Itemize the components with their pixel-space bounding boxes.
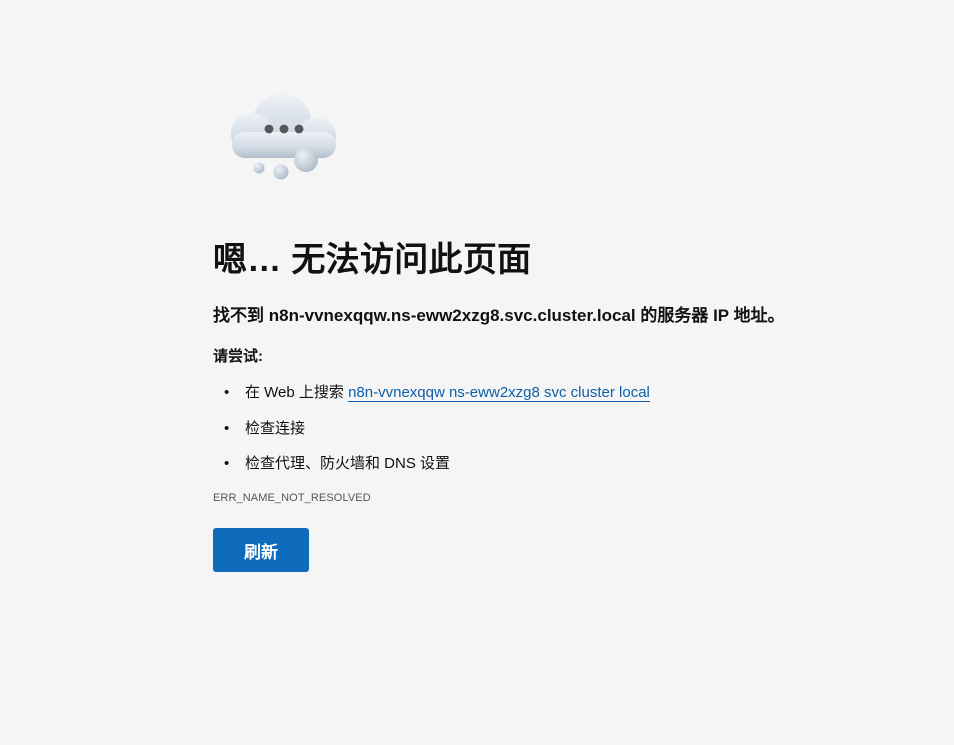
- error-code: ERR_NAME_NOT_RESOLVED: [213, 492, 371, 504]
- error-description-prefix: 找不到: [213, 306, 269, 325]
- bullet: •: [224, 419, 230, 437]
- suggestion-search-prefix: 在 Web 上搜索: [245, 384, 349, 401]
- error-description-suffix: 的服务器 IP 地址。: [635, 306, 785, 325]
- suggestion-check-proxy-text: 检查代理、防火墙和 DNS 设置: [245, 455, 451, 472]
- error-page: 嗯… 无法访问此页面 找不到 n8n-vvnexqqw.ns-eww2xzg8.…: [0, 0, 954, 745]
- error-content: 嗯… 无法访问此页面 找不到 n8n-vvnexqqw.ns-eww2xzg8.…: [213, 236, 913, 572]
- suggestion-check-connection-text: 检查连接: [245, 419, 306, 437]
- try-label: 请尝试:: [213, 348, 263, 365]
- suggestion-list: • 在 Web 上搜索 n8n-vvnexqqw ns-eww2xzg8 svc …: [213, 382, 913, 475]
- bullet: •: [224, 455, 230, 472]
- cloud-thinking-icon: [222, 88, 346, 184]
- hostname: n8n-vvnexqqw.ns-eww2xzg8.svc.cluster.loc…: [268, 306, 636, 325]
- suggestion-check-connection: • 检查连接: [213, 418, 913, 440]
- page-title: 嗯… 无法访问此页面: [213, 241, 532, 279]
- refresh-button[interactable]: 刷新: [213, 528, 309, 572]
- suggestion-check-proxy: • 检查代理、防火墙和 DNS 设置: [213, 453, 913, 475]
- error-description: 找不到 n8n-vvnexqqw.ns-eww2xzg8.svc.cluster…: [213, 304, 913, 328]
- bullet: •: [224, 384, 230, 401]
- web-search-link[interactable]: n8n-vvnexqqw ns-eww2xzg8 svc cluster loc…: [348, 384, 650, 402]
- suggestion-search: • 在 Web 上搜索 n8n-vvnexqqw ns-eww2xzg8 svc …: [213, 382, 913, 404]
